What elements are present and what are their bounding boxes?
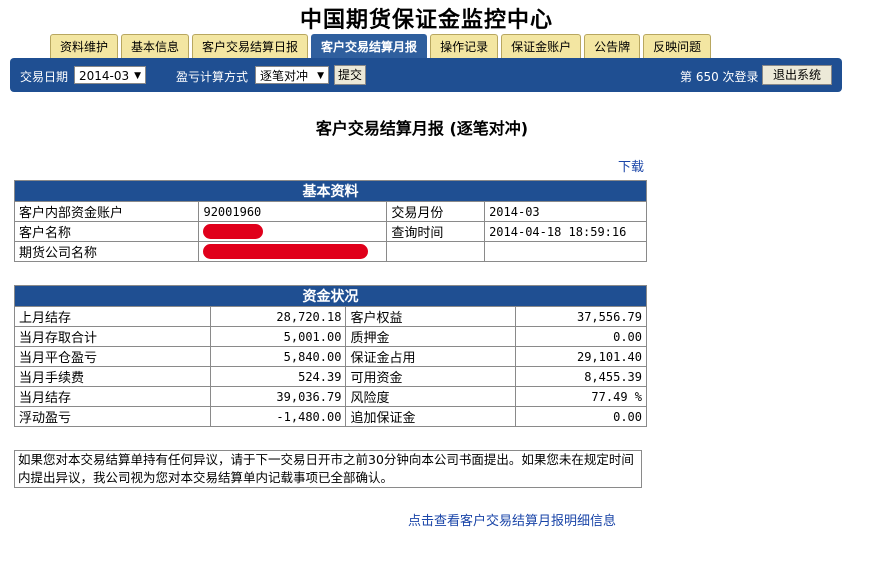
table-row: 上月结存 28,720.18 客户权益 37,556.79 — [14, 306, 647, 327]
query-time-label: 查询时间 — [386, 221, 486, 242]
empty-cell — [484, 241, 647, 262]
page-heading: 客户交易结算月报 (逐笔对冲) — [315, 119, 529, 138]
table-row: 当月平仓盈亏 5,840.00 保证金占用 29,101.40 — [14, 346, 647, 367]
account-label: 客户内部资金账户 — [13, 201, 200, 222]
funds-value: 37,556.79 — [515, 306, 647, 327]
calc-method-label: 盈亏计算方式 — [176, 70, 249, 84]
tab-daily-report[interactable]: 客户交易结算日报 — [192, 34, 309, 58]
funds-label: 可用资金 — [345, 366, 517, 387]
funds-label: 当月平仓盈亏 — [14, 346, 211, 367]
tab-profile[interactable]: 资料维护 — [50, 34, 119, 58]
funds-header: 资金状况 — [14, 285, 647, 307]
redaction-mark — [203, 244, 369, 259]
site-title: 中国期货保证金监控中心 — [299, 7, 553, 33]
funds-label: 追加保证金 — [345, 406, 517, 427]
funds-label: 当月手续费 — [14, 366, 211, 387]
chevron-down-icon: ▼ — [134, 71, 141, 81]
funds-value: 5,001.00 — [209, 326, 347, 347]
funds-label: 质押金 — [345, 326, 517, 347]
main-tabs: 资料维护 基本信息 客户交易结算日报 客户交易结算月报 操作记录 保证金账户 公… — [50, 34, 712, 58]
tab-bulletin[interactable]: 公告牌 — [584, 34, 641, 58]
customer-name-value — [198, 221, 388, 242]
empty-cell — [386, 241, 486, 262]
funds-label: 当月结存 — [14, 386, 211, 407]
query-time-value: 2014-04-18 18:59:16 — [484, 221, 647, 242]
download-link[interactable]: 下载 — [618, 156, 644, 175]
submit-button[interactable]: 提交 — [334, 65, 366, 85]
redaction-mark — [203, 224, 264, 239]
funds-value: 28,720.18 — [209, 306, 347, 327]
funds-value: 39,036.79 — [209, 386, 347, 407]
tab-operation-log[interactable]: 操作记录 — [430, 34, 499, 58]
calc-method-value: 逐笔对冲 — [260, 69, 309, 83]
funds-label: 浮动盈亏 — [14, 406, 211, 427]
toolbar: 交易日期 2014-03 ▼ 盈亏计算方式 逐笔对冲 ▼ 提交 第 650 次登… — [10, 58, 842, 92]
monthly-detail-link[interactable]: 点击查看客户交易结算月报明细信息 — [408, 510, 616, 529]
table-row: 当月存取合计 5,001.00 质押金 0.00 — [14, 326, 647, 347]
company-name-value — [198, 241, 388, 262]
funds-label: 保证金占用 — [345, 346, 517, 367]
funds-value: -1,480.00 — [209, 406, 347, 427]
basic-info-header: 基本资料 — [14, 180, 647, 202]
calc-method-select[interactable]: 逐笔对冲 ▼ — [255, 66, 329, 84]
name-label: 客户名称 — [13, 221, 200, 242]
funds-value: 5,840.00 — [209, 346, 347, 367]
tab-feedback[interactable]: 反映问题 — [643, 34, 712, 58]
table-row: 浮动盈亏 -1,480.00 追加保证金 0.00 — [14, 406, 647, 427]
table-row: 当月手续费 524.39 可用资金 8,455.39 — [14, 366, 647, 387]
trade-date-label: 交易日期 — [20, 70, 69, 84]
account-value: 92001960 — [198, 201, 388, 222]
funds-value: 0.00 — [515, 406, 647, 427]
logout-button[interactable]: 退出系统 — [762, 65, 832, 85]
funds-label: 当月存取合计 — [14, 326, 211, 347]
funds-label: 风险度 — [345, 386, 517, 407]
funds-value: 77.49 % — [515, 386, 647, 407]
tab-monthly-report[interactable]: 客户交易结算月报 — [311, 34, 428, 58]
funds-value: 8,455.39 — [515, 366, 647, 387]
funds-value: 29,101.40 — [515, 346, 647, 367]
funds-label: 上月结存 — [14, 306, 211, 327]
tab-basic-info[interactable]: 基本信息 — [121, 34, 190, 58]
basic-info-table: 基本资料 客户内部资金账户 92001960 交易月份 2014-03 客户名称… — [13, 180, 647, 262]
funds-value: 524.39 — [209, 366, 347, 387]
month-label: 交易月份 — [386, 201, 486, 222]
funds-value: 0.00 — [515, 326, 647, 347]
disclaimer-notice: 如果您对本交易结算单持有任何异议，请于下一交易日开市之前30分钟向本公司书面提出… — [14, 450, 642, 488]
trade-date-select[interactable]: 2014-03 ▼ — [74, 66, 146, 84]
login-count: 第 650 次登录 — [680, 70, 759, 84]
funds-table: 资金状况 上月结存 28,720.18 客户权益 37,556.79 当月存取合… — [14, 285, 647, 427]
trade-date-value: 2014-03 — [79, 69, 130, 83]
company-label: 期货公司名称 — [13, 241, 200, 262]
chevron-down-icon: ▼ — [317, 71, 324, 81]
month-value: 2014-03 — [484, 201, 647, 222]
funds-label: 客户权益 — [345, 306, 517, 327]
tab-margin-account[interactable]: 保证金账户 — [501, 34, 582, 58]
table-row: 当月结存 39,036.79 风险度 77.49 % — [14, 386, 647, 407]
